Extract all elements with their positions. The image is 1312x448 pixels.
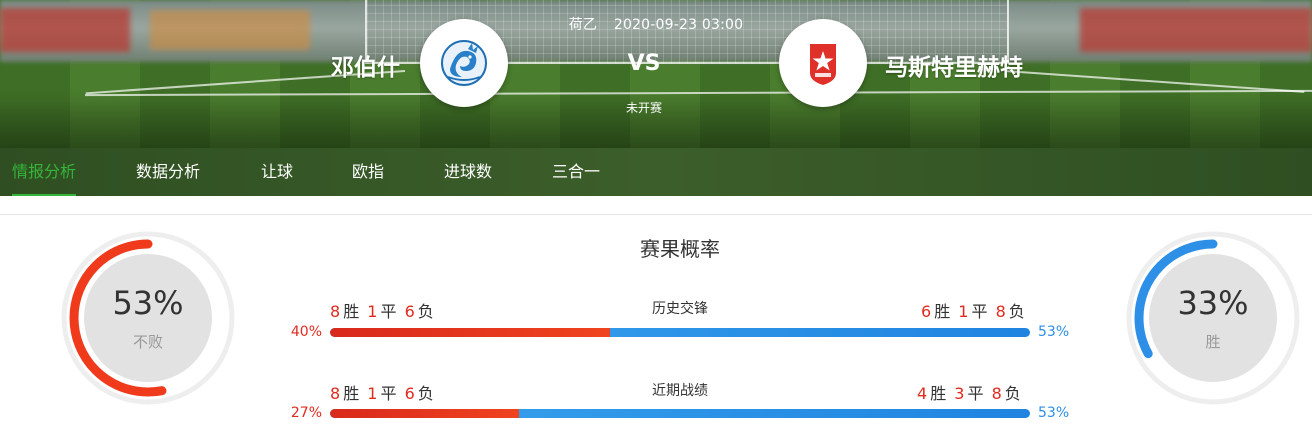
tab-euro-odds[interactable]: 欧指	[352, 148, 384, 196]
row-label-recent: 近期战绩	[652, 383, 708, 399]
win-count: 8	[330, 384, 341, 403]
loss-count: 8	[991, 384, 1002, 403]
loss-word: 负	[1008, 302, 1025, 321]
loss-count: 6	[404, 384, 415, 403]
draw-word: 平	[971, 302, 988, 321]
draw-word: 平	[380, 302, 397, 321]
away-h2h-record: 6胜 1平 8负	[921, 298, 1025, 322]
draw-count: 1	[958, 302, 969, 321]
tab-handicap[interactable]: 让球	[261, 148, 293, 196]
away-h2h-pct: 53%	[1038, 324, 1070, 340]
loss-word: 负	[1004, 384, 1021, 403]
match-status: 未开赛	[625, 101, 662, 115]
draw-count: 1	[367, 384, 378, 403]
draw-count: 3	[954, 384, 965, 403]
home-h2h-record: 8胜 1平 6负	[330, 298, 434, 322]
away-team-name[interactable]: 马斯特里赫特	[885, 48, 1023, 82]
tab-three-in-one[interactable]: 三合一	[552, 148, 600, 196]
mvv-star-shield-icon[interactable]	[779, 19, 867, 107]
loss-count: 8	[995, 302, 1006, 321]
win-count: 6	[921, 302, 932, 321]
home-unbeaten-gauge: 53% 不败	[61, 231, 235, 405]
gauge-caption: 不败	[132, 333, 163, 351]
tab-data-analysis[interactable]: 数据分析	[136, 148, 200, 196]
draw-word: 平	[380, 384, 397, 403]
vs-label: VS	[627, 51, 661, 76]
loss-word: 负	[417, 302, 434, 321]
gauge-caption: 胜	[1205, 333, 1221, 351]
h2h-bar	[330, 328, 1030, 337]
away-recent-record: 4胜 3平 8负	[917, 380, 1021, 404]
analysis-tabs: 情报分析 数据分析 让球 欧指 进球数 三合一	[0, 148, 1312, 196]
draw-word: 平	[967, 384, 984, 403]
loss-count: 6	[404, 302, 415, 321]
away-win-gauge: 33% 胜	[1126, 231, 1300, 405]
win-count: 8	[330, 302, 341, 321]
draw-count: 1	[367, 302, 378, 321]
win-word: 胜	[934, 302, 951, 321]
match-datetime: 2020-09-23 03:00	[613, 17, 744, 33]
home-recent-record: 8胜 1平 6负	[330, 380, 434, 404]
home-share-fill	[330, 328, 610, 337]
recent-bar	[330, 409, 1030, 418]
league-name: 荷乙	[568, 17, 598, 33]
home-h2h-pct: 40%	[290, 324, 322, 340]
win-word: 胜	[343, 384, 360, 403]
home-recent-pct: 27%	[290, 405, 322, 421]
win-word: 胜	[930, 384, 947, 403]
win-word: 胜	[343, 302, 360, 321]
section-divider	[0, 214, 1312, 215]
home-share-fill	[330, 409, 519, 418]
row-label-h2h: 历史交锋	[652, 301, 708, 317]
match-header: 荷乙 2020-09-23 03:00 邓伯什 VS 未开赛 马斯特里赫特	[0, 0, 1312, 148]
match-meta: 荷乙 2020-09-23 03:00	[0, 14, 1312, 34]
win-count: 4	[917, 384, 928, 403]
away-recent-pct: 53%	[1038, 405, 1070, 421]
tab-intel-analysis[interactable]: 情报分析	[12, 148, 77, 196]
tab-total-goals[interactable]: 进球数	[444, 148, 492, 196]
pitch-line	[85, 89, 1312, 97]
loss-word: 负	[417, 384, 434, 403]
